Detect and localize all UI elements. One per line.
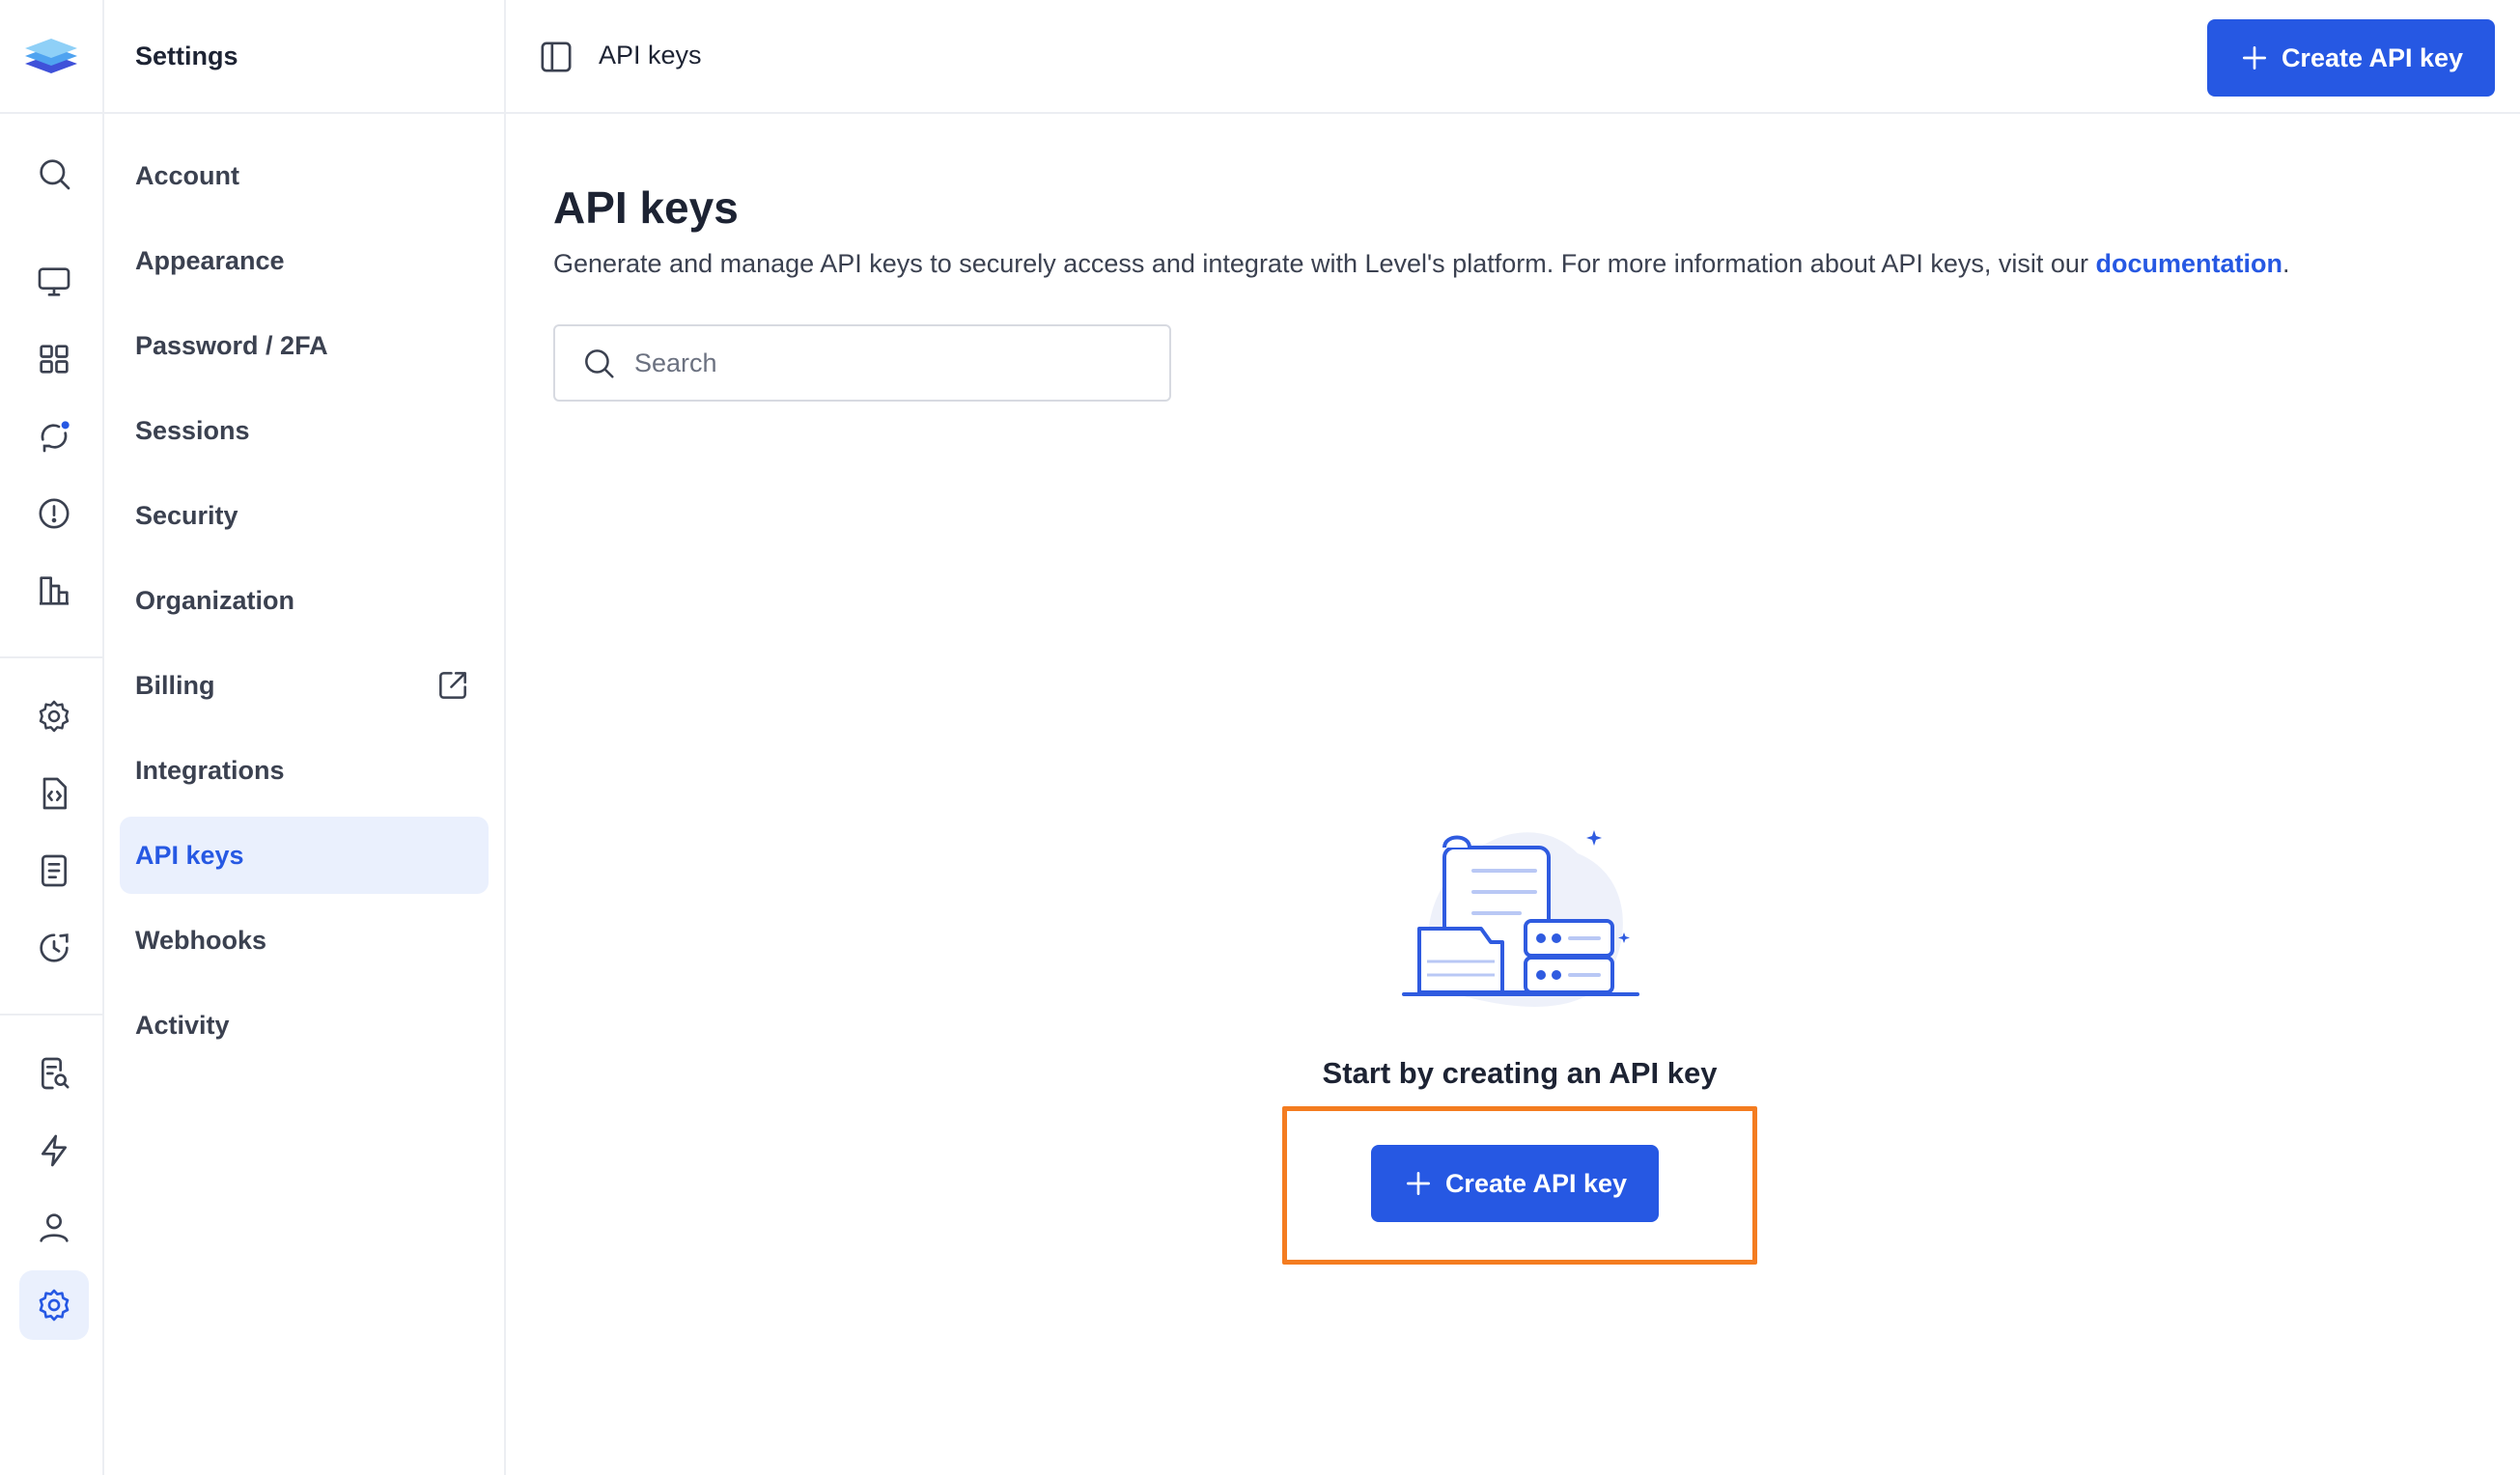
- plus-icon: [1406, 1172, 1430, 1195]
- plus-icon: [2242, 46, 2266, 70]
- sidebar-item-label: Integrations: [135, 755, 285, 785]
- document-icon[interactable]: [19, 836, 89, 905]
- search-input[interactable]: [634, 348, 1156, 378]
- breadcrumb-title: API keys: [599, 41, 702, 70]
- sidebar-item-label: Organization: [135, 585, 295, 615]
- description-period: .: [2282, 249, 2290, 278]
- sidebar-item-billing[interactable]: Billing: [120, 647, 489, 724]
- sidebar-item-label: Security: [135, 500, 238, 530]
- sidebar-item-organization[interactable]: Organization: [120, 562, 489, 639]
- gear-play-icon[interactable]: [19, 682, 89, 751]
- app-logo[interactable]: [0, 0, 102, 114]
- page-title: API keys: [553, 182, 739, 233]
- buildings-chart-icon[interactable]: [19, 556, 89, 626]
- sidebar-item-label: Account: [135, 160, 239, 190]
- sidebar-item-label: Activity: [135, 1010, 230, 1040]
- empty-state-create-api-key-button[interactable]: Create API key: [1371, 1145, 1659, 1222]
- sidebar-item-security[interactable]: Security: [120, 477, 489, 554]
- top-bar: API keys Create API key: [506, 0, 2520, 114]
- settings-gear-icon[interactable]: [19, 1270, 89, 1340]
- page-description: Generate and manage API keys to securely…: [553, 249, 2289, 279]
- sidebar-item-label: Webhooks: [135, 925, 267, 955]
- monitor-icon[interactable]: [19, 247, 89, 317]
- sidebar-item-label: Password / 2FA: [135, 330, 328, 360]
- documentation-link[interactable]: documentation: [2095, 249, 2282, 278]
- document-search-icon[interactable]: [19, 1039, 89, 1108]
- sidebar-toggle-icon[interactable]: [537, 38, 575, 76]
- icon-rail: [0, 0, 104, 1475]
- sidebar-item-activity[interactable]: Activity: [120, 987, 489, 1064]
- settings-sidebar: Settings Account Appearance Password / 2…: [104, 0, 506, 1475]
- sidebar-item-integrations[interactable]: Integrations: [120, 732, 489, 809]
- sidebar-title: Settings: [135, 41, 238, 70]
- search-box: [553, 324, 1171, 402]
- sidebar-item-api-keys[interactable]: API keys: [120, 817, 489, 894]
- sidebar-item-label: Billing: [135, 670, 215, 700]
- search-icon[interactable]: [19, 139, 89, 209]
- sidebar-item-password-2fa[interactable]: Password / 2FA: [120, 307, 489, 384]
- button-label: Create API key: [1444, 1168, 1628, 1198]
- search-icon: [585, 349, 614, 378]
- sidebar-item-label: Sessions: [135, 415, 250, 445]
- lightning-icon[interactable]: [19, 1116, 89, 1185]
- sidebar-item-sessions[interactable]: Sessions: [120, 392, 489, 469]
- sidebar-item-account[interactable]: Account: [120, 137, 489, 214]
- sidebar-item-appearance[interactable]: Appearance: [120, 222, 489, 299]
- user-icon[interactable]: [19, 1193, 89, 1263]
- code-file-icon[interactable]: [19, 759, 89, 828]
- app-window: Settings Account Appearance Password / 2…: [0, 0, 2520, 1475]
- external-link-icon: [434, 667, 471, 704]
- apps-grid-icon[interactable]: [19, 324, 89, 394]
- rail-divider: [0, 1014, 102, 1016]
- sidebar-item-label: API keys: [135, 840, 244, 870]
- create-api-key-button[interactable]: Create API key: [2207, 19, 2495, 97]
- sidebar-header: Settings: [104, 0, 504, 114]
- alert-circle-icon[interactable]: [19, 479, 89, 548]
- main-content: API keys Generate and manage API keys to…: [506, 116, 2520, 1475]
- empty-state-illustration: [1402, 830, 1639, 1007]
- sidebar-item-webhooks[interactable]: Webhooks: [120, 902, 489, 979]
- layers-logo-icon: [25, 39, 77, 73]
- description-text: Generate and manage API keys to securely…: [553, 249, 2096, 278]
- sync-notification-icon[interactable]: [19, 402, 89, 471]
- rail-divider: [0, 656, 102, 658]
- button-label: Create API key: [2281, 42, 2464, 72]
- empty-state-message: Start by creating an API key: [1322, 1056, 1718, 1090]
- history-clock-icon[interactable]: [19, 913, 89, 983]
- sidebar-item-label: Appearance: [135, 245, 285, 275]
